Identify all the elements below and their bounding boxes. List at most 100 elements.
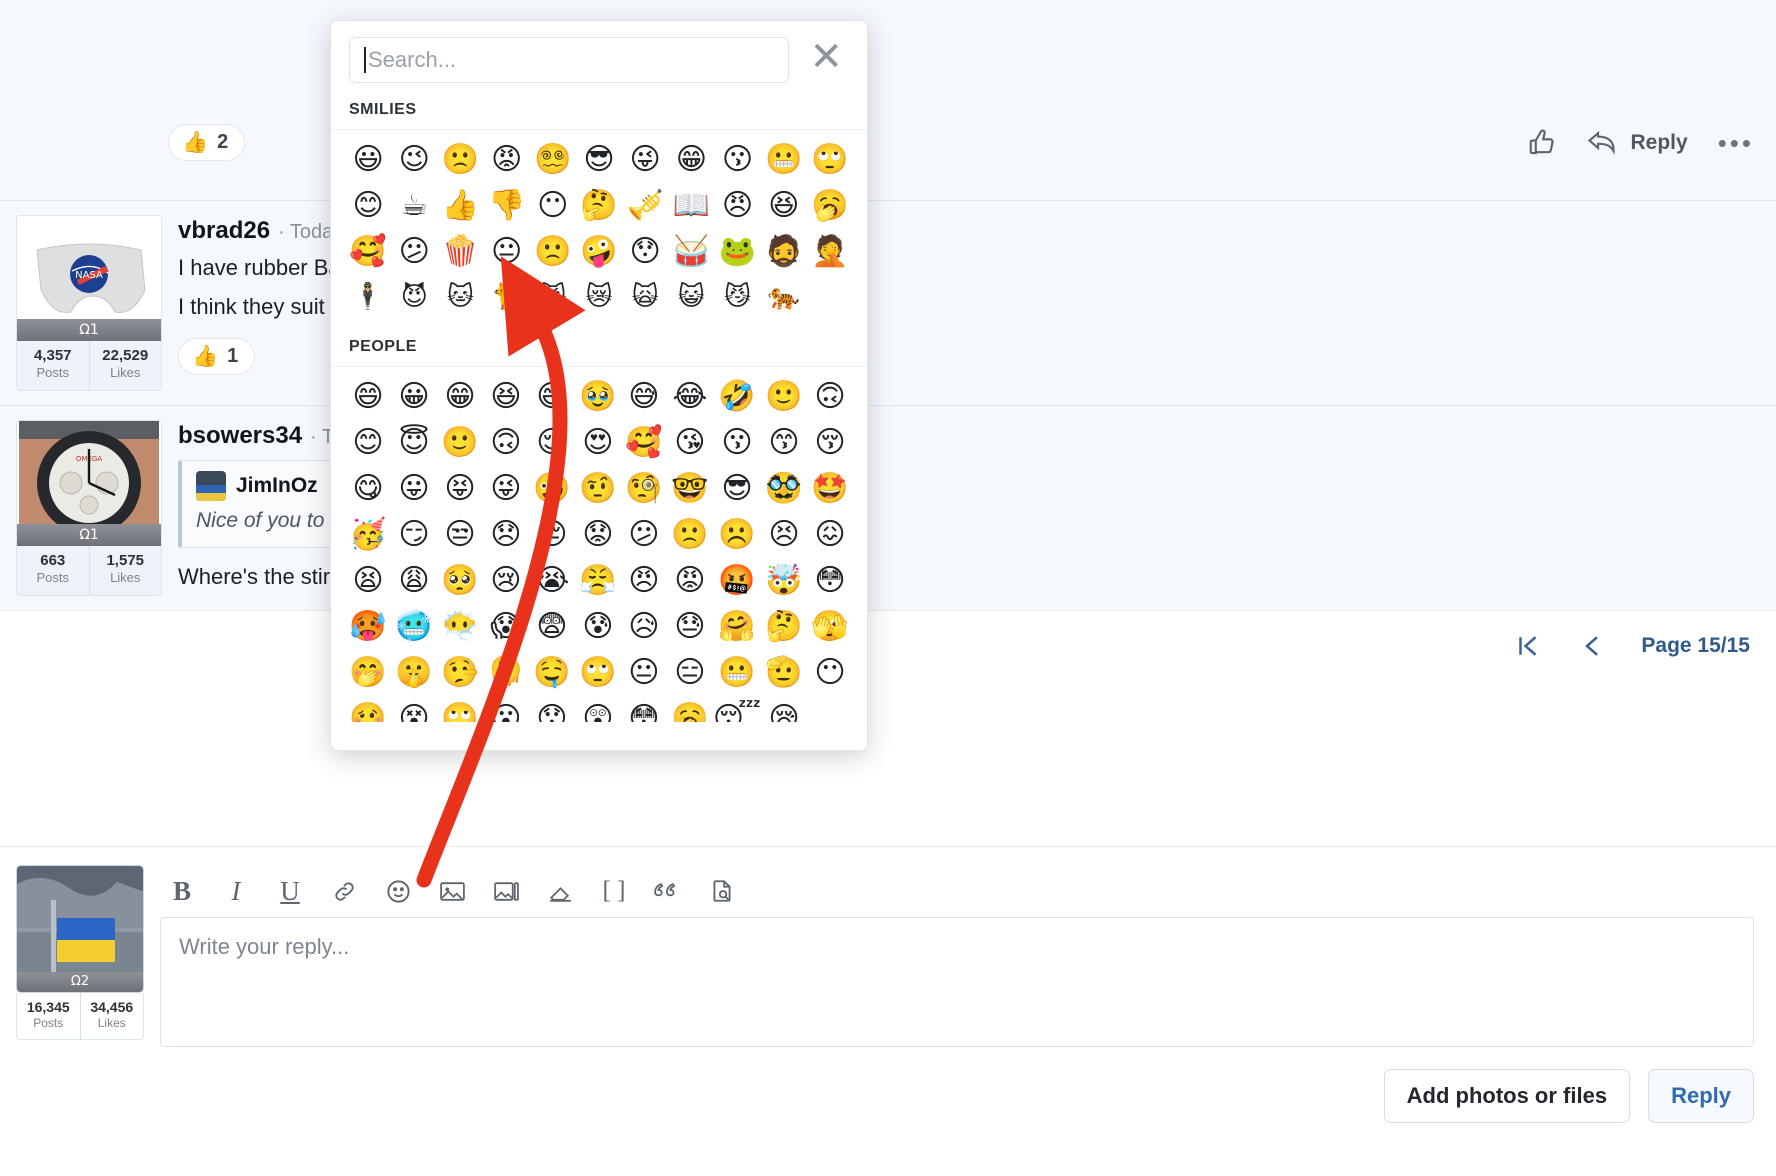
emoji-cell[interactable]: 😳 [807, 557, 853, 603]
author-name[interactable]: bsowers34 [178, 422, 302, 450]
emoji-cell[interactable]: 😬 [713, 649, 761, 695]
add-photos-or-files-button[interactable]: Add photos or files [1384, 1069, 1630, 1123]
emoji-cell[interactable]: 😫 [345, 557, 391, 603]
emoji-cell[interactable]: 👎 [484, 182, 530, 228]
emoji-cell[interactable]: 🥰 [621, 419, 667, 465]
emoji-cell[interactable]: 🙁 [437, 136, 483, 182]
emoji-cell[interactable]: 🕴 [345, 274, 391, 320]
media-gallery-button[interactable] [490, 875, 522, 907]
link-button[interactable] [328, 875, 360, 907]
emoji-cell[interactable]: 😾 [530, 274, 576, 320]
emoji-cell[interactable]: 😃 [345, 136, 391, 182]
emoji-cell[interactable]: 😲 [575, 695, 621, 722]
emoji-cell[interactable]: 😥 [621, 603, 667, 649]
author-name[interactable]: vbrad26 [178, 217, 270, 245]
emoji-cell[interactable]: 🤫 [391, 649, 437, 695]
bold-button[interactable]: B [166, 875, 198, 907]
emoji-cell[interactable]: 😴 [713, 695, 761, 722]
emoji-cell[interactable]: 😇 [391, 419, 437, 465]
emoji-cell[interactable]: 😔 [529, 511, 575, 557]
insert-image-button[interactable] [436, 875, 468, 907]
emoji-cell[interactable]: 🥱 [807, 182, 853, 228]
emoji-cell[interactable]: 🤔 [576, 182, 622, 228]
author-card[interactable]: OMEGA Ω1 663 Posts 1,575 Likes [16, 420, 162, 596]
emoji-cell[interactable]: 😓 [667, 603, 713, 649]
emoji-cell[interactable]: 🤓 [667, 465, 713, 511]
emoji-cell[interactable]: 🙁 [530, 228, 576, 274]
emoji-cell[interactable]: 😚 [807, 419, 853, 465]
emoji-cell[interactable]: 😵 [391, 695, 437, 722]
emoji-cell[interactable]: 🤪 [529, 465, 575, 511]
emoji-cell[interactable]: 🤥 [437, 649, 483, 695]
emoji-cell[interactable]: 😖 [807, 511, 853, 557]
emoji-cell[interactable]: 😄 [345, 373, 391, 419]
emoji-cell[interactable]: 😮 [483, 695, 529, 722]
emoji-cell[interactable]: 😟 [575, 511, 621, 557]
emoji-cell[interactable]: 🙄 [807, 136, 853, 182]
emoji-cell[interactable]: 😙 [761, 419, 807, 465]
emoji-cell[interactable]: 🙄 [575, 649, 621, 695]
clear-formatting-button[interactable] [544, 875, 576, 907]
emoji-picker-scroll[interactable]: SMILIES 😃😉🙁😡😵‍💫😎😜😁😗😬🙄😊☕👍👎😶🤔🎺📖😠😆🥱🥰😕🍿😐🙁🤪😯🥁… [331, 93, 867, 722]
emoji-cell[interactable]: 😡 [667, 557, 713, 603]
emoji-cell[interactable]: 🐈 [484, 274, 530, 320]
quoted-author-name[interactable]: JimInOz [236, 474, 318, 498]
emoji-cell[interactable]: 😉 [391, 136, 437, 182]
avatar[interactable]: NASA Ω1 [17, 216, 161, 341]
emoji-cell[interactable]: 😈 [391, 274, 437, 320]
emoji-cell[interactable]: 🤣 [713, 373, 761, 419]
emoji-cell[interactable]: 😣 [761, 511, 807, 557]
emoji-cell[interactable]: 😍 [575, 419, 621, 465]
emoji-cell[interactable]: 😊 [345, 419, 391, 465]
emoji-cell[interactable]: 😒 [437, 511, 483, 557]
emoji-cell[interactable]: 🥴 [345, 695, 391, 722]
emoji-button[interactable] [382, 875, 414, 907]
emoji-cell[interactable]: 🤯 [761, 557, 807, 603]
emoji-cell[interactable]: 🤩 [807, 465, 853, 511]
emoji-cell[interactable]: 👍 [437, 182, 483, 228]
avatar[interactable]: OMEGA Ω1 [17, 421, 161, 546]
emoji-cell[interactable]: 🥳 [345, 511, 391, 557]
emoji-cell[interactable]: 😩 [391, 557, 437, 603]
emoji-cell[interactable]: 😐 [484, 228, 530, 274]
emoji-cell[interactable]: 😠 [714, 182, 760, 228]
emoji-cell[interactable]: 😂 [667, 373, 713, 419]
emoji-cell[interactable]: ☹️ [713, 511, 761, 557]
emoji-cell[interactable]: 🤤 [529, 649, 575, 695]
emoji-cell[interactable]: 🙀 [622, 274, 668, 320]
quote-button[interactable] [652, 875, 684, 907]
emoji-cell[interactable]: 🐸 [714, 228, 760, 274]
emoji-cell[interactable]: 😭 [529, 557, 575, 603]
emoji-cell[interactable]: 😨 [529, 603, 575, 649]
preview-button[interactable] [706, 875, 738, 907]
emoji-cell[interactable]: 😿 [576, 274, 622, 320]
emoji-cell[interactable]: 🥰 [345, 228, 391, 274]
emoji-cell[interactable]: 😶 [807, 649, 853, 695]
emoji-cell[interactable]: 😀 [391, 373, 437, 419]
emoji-cell[interactable]: 🥹 [575, 373, 621, 419]
author-card[interactable]: NASA Ω1 4,357 Posts 22,529 Likes [16, 215, 162, 391]
emoji-cell[interactable]: 😞 [483, 511, 529, 557]
emoji-cell[interactable]: 😊 [345, 182, 391, 228]
emoji-cell[interactable]: 😗 [714, 136, 760, 182]
emoji-cell[interactable]: 🙃 [483, 419, 529, 465]
emoji-cell[interactable]: 😜 [483, 465, 529, 511]
emoji-cell[interactable]: 😅 [529, 373, 575, 419]
emoji-cell[interactable]: 😱 [483, 603, 529, 649]
emoji-cell[interactable]: 😼 [714, 274, 760, 320]
emoji-cell[interactable]: 😐 [621, 649, 667, 695]
emoji-cell[interactable]: 🤬 [713, 557, 761, 603]
emoji-cell[interactable]: 🥁 [668, 228, 714, 274]
emoji-cell[interactable]: 🫡 [761, 649, 807, 695]
like-button[interactable] [1527, 128, 1557, 158]
emoji-cell[interactable]: 😗 [713, 419, 761, 465]
emoji-cell[interactable]: 😯 [622, 228, 668, 274]
emoji-cell[interactable]: 😅 [621, 373, 667, 419]
emoji-cell[interactable]: 📖 [668, 182, 714, 228]
emoji-cell[interactable]: 🧐 [621, 465, 667, 511]
emoji-cell[interactable]: 🥵 [345, 603, 391, 649]
emoji-cell[interactable]: 😪 [761, 695, 807, 722]
emoji-cell[interactable]: 😘 [667, 419, 713, 465]
emoji-cell[interactable]: 😬 [761, 136, 807, 182]
emoji-cell[interactable]: 🐱 [437, 274, 483, 320]
